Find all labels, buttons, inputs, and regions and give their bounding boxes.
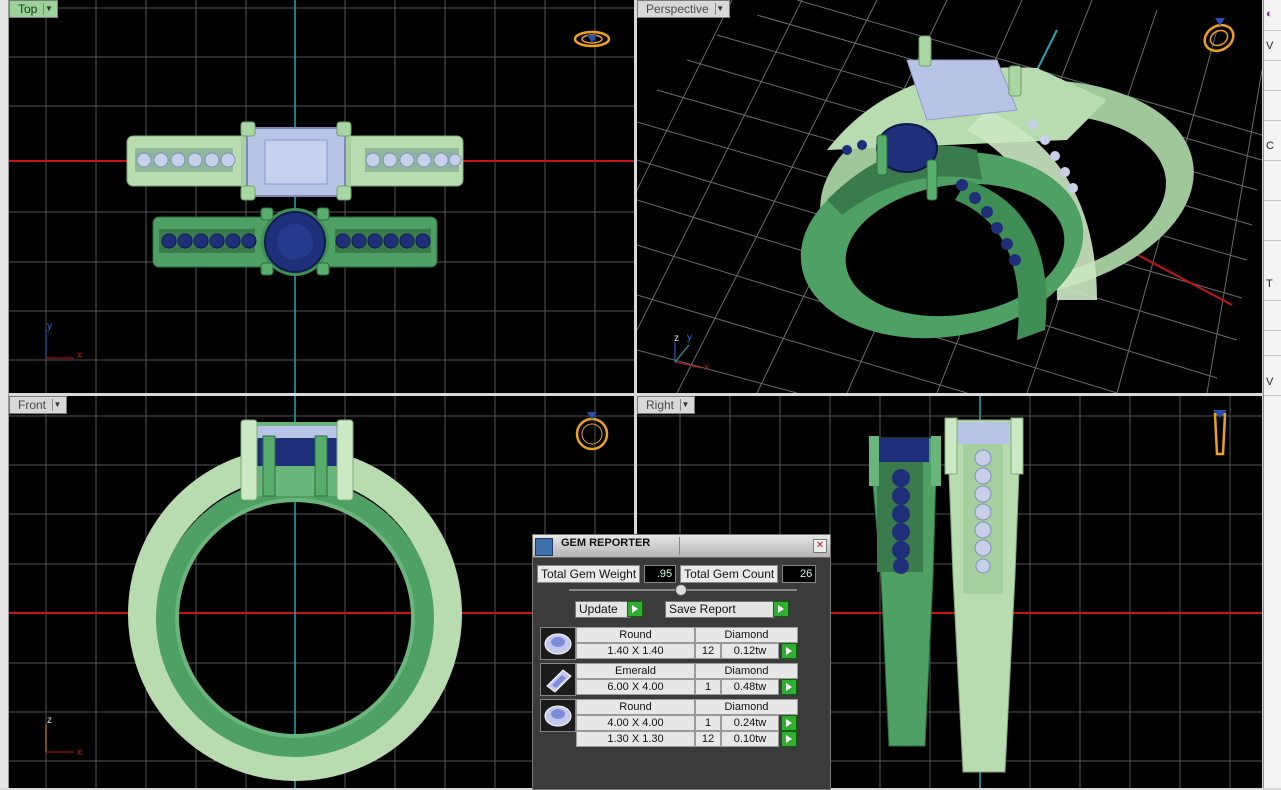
gem-size: 4.00 X 4.00 <box>576 715 695 731</box>
gem-material: Diamond <box>695 663 798 679</box>
viewport-title-perspective[interactable]: Perspective ▼ <box>637 0 730 18</box>
gem-row-play-icon[interactable] <box>781 731 797 747</box>
viewport-title-top[interactable]: Top ▼ <box>9 0 59 18</box>
chevron-down-icon[interactable]: ▼ <box>680 399 690 411</box>
panel-letter: C <box>1266 140 1274 152</box>
axis-label-y: y <box>47 321 52 332</box>
report-slider[interactable] <box>569 584 797 596</box>
titlebar-divider <box>679 537 680 555</box>
total-count-value: 26 <box>782 565 817 583</box>
axis-label-z: z <box>47 715 52 726</box>
left-edge-toolbar <box>0 0 9 788</box>
gem-material: Diamond <box>695 699 798 715</box>
round-gem-icon[interactable] <box>540 627 576 660</box>
viewport-top[interactable]: y x Top ▼ <box>9 0 634 393</box>
gem-size: 1.30 X 1.30 <box>576 731 695 747</box>
gem-weight: 0.12tw <box>721 643 779 659</box>
gem-count: 12 <box>695 731 721 747</box>
light-ring-side <box>944 417 1024 773</box>
chevron-down-icon[interactable]: ▼ <box>52 399 62 411</box>
gem-size: 6.00 X 4.00 <box>576 679 695 695</box>
chevron-down-icon[interactable]: ▼ <box>43 3 53 15</box>
perspective-ring-thumbnail-icon <box>1203 18 1235 53</box>
front-axis-indicator: z x <box>45 715 82 758</box>
save-report-play-icon[interactable] <box>773 601 789 617</box>
save-report-button-label: Save Report <box>669 602 736 616</box>
gem-group: Round Diamond 1.40 X 1.40 12 0.12tw <box>540 627 798 661</box>
gem-size: 1.40 X 1.40 <box>576 643 695 659</box>
panel-logo-icon: ◐ <box>1266 8 1273 20</box>
gem-row-play-icon[interactable] <box>781 679 797 695</box>
top-ring-thumbnail-icon <box>573 30 611 48</box>
panel-letter: T <box>1266 278 1273 290</box>
gem-reporter-titlebar[interactable]: GEM REPORTER ✕ <box>533 535 830 558</box>
total-count-label: Total Gem Count <box>680 565 779 583</box>
panel-letter: V <box>1266 40 1274 52</box>
gem-count: 1 <box>695 679 721 695</box>
total-weight-value: .95 <box>644 565 677 583</box>
gem-shape: Round <box>576 627 695 643</box>
update-button[interactable]: Update <box>575 601 631 618</box>
light-ring-top <box>126 121 464 201</box>
top-axis-indicator: y x <box>45 321 82 361</box>
totals-row: Total Gem Weight .95 Total Gem Count 26 <box>537 565 817 583</box>
gem-group: Round Diamond 4.00 X 4.00 1 0.24tw 1.30 … <box>540 699 798 749</box>
gem-material: Diamond <box>695 627 798 643</box>
gem-weight: 0.48tw <box>721 679 779 695</box>
front-ring-thumbnail-icon <box>575 412 609 451</box>
gem-count: 12 <box>695 643 721 659</box>
panel-letter: V <box>1266 376 1274 388</box>
gem-weight: 0.24tw <box>721 715 779 731</box>
axis-label-z: z <box>674 333 679 344</box>
gem-group: Emerald Diamond 6.00 X 4.00 1 0.48tw <box>540 663 798 697</box>
right-properties-panel: ◐ V C T V <box>1263 0 1281 788</box>
viewport-title-front[interactable]: Front ▼ <box>9 396 68 414</box>
axis-label-x: x <box>704 362 709 373</box>
update-button-label: Update <box>579 602 618 616</box>
right-ring-thumbnail-icon <box>1213 410 1227 456</box>
axis-label-x: x <box>77 350 82 361</box>
axis-label-x: x <box>77 747 82 758</box>
emerald-gem-icon[interactable] <box>540 663 576 696</box>
gem-row-play-icon[interactable] <box>781 715 797 731</box>
perspective-view-canvas: z y x <box>637 0 1262 393</box>
axis-label-y: y <box>687 332 692 343</box>
save-report-button[interactable]: Save Report <box>665 601 775 618</box>
gem-weight: 0.10tw <box>721 731 779 747</box>
round-gem-icon[interactable] <box>540 699 576 732</box>
gem-reporter-window[interactable]: GEM REPORTER ✕ Total Gem Weight .95 Tota… <box>532 534 831 790</box>
viewport-perspective[interactable]: z y x Perspective ▼ <box>637 0 1262 393</box>
viewport-title-right[interactable]: Right ▼ <box>637 396 696 414</box>
gem-shape: Round <box>576 699 695 715</box>
update-play-icon[interactable] <box>627 601 643 617</box>
close-icon[interactable]: ✕ <box>813 539 827 553</box>
gem-row-play-icon[interactable] <box>781 643 797 659</box>
slider-knob[interactable] <box>675 584 687 596</box>
viewport-title-top-label: Top <box>18 2 38 16</box>
gem-reporter-app-icon <box>535 538 553 556</box>
gem-count: 1 <box>695 715 721 731</box>
chevron-down-icon[interactable]: ▼ <box>714 3 725 15</box>
viewport-title-perspective-label: Perspective <box>646 2 709 16</box>
dark-ring-top <box>152 207 438 276</box>
gem-reporter-title: GEM REPORTER <box>561 537 651 549</box>
perspective-axis-indicator: z y x <box>674 332 709 373</box>
total-weight-label: Total Gem Weight <box>537 565 641 583</box>
top-view-canvas: y x <box>9 0 634 393</box>
viewport-title-right-label: Right <box>646 398 675 412</box>
viewport-title-front-label: Front <box>18 398 47 412</box>
gem-shape: Emerald <box>576 663 695 679</box>
